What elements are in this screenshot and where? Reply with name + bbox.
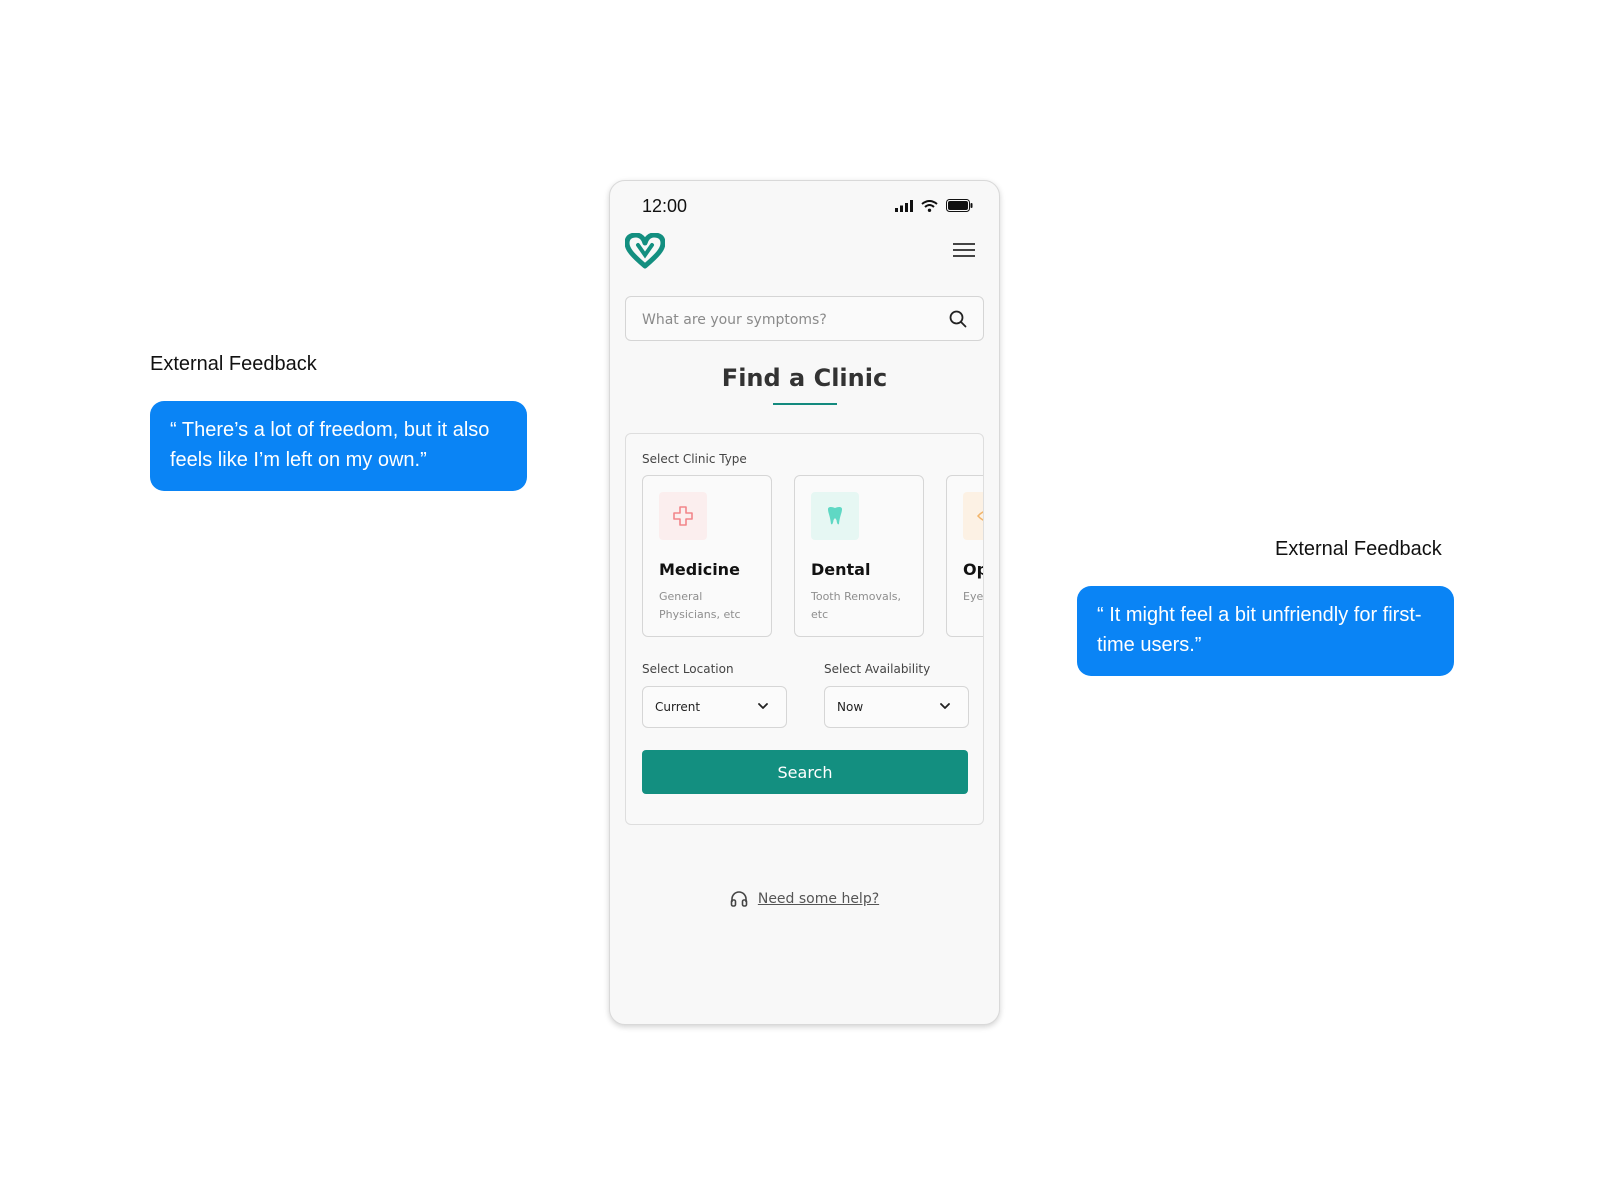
- search-icon[interactable]: [949, 310, 967, 328]
- location-value: Current: [655, 700, 701, 714]
- page-title: Find a Clinic: [721, 364, 888, 392]
- help-link[interactable]: Need some help?: [758, 891, 879, 907]
- status-icons: [895, 199, 973, 212]
- search-button[interactable]: Search: [642, 750, 968, 794]
- clinic-type-card-optical[interactable]: Op Eye Pres: [946, 475, 984, 637]
- medical-cross-icon: [673, 506, 693, 526]
- feedback-label-right: External Feedback: [1275, 538, 1442, 560]
- availability-select[interactable]: Now: [824, 686, 969, 728]
- clinic-type-label: Select Clinic Type: [642, 452, 747, 466]
- tooth-icon: [828, 506, 842, 525]
- clinic-search-form: Select Clinic Type Medicine General Phys…: [625, 433, 984, 825]
- availability-value: Now: [837, 700, 864, 714]
- clinic-type-name: Medicine: [659, 560, 740, 579]
- medicine-icon-box: [659, 492, 707, 540]
- clinic-type-desc: Tooth Removals, etc: [811, 590, 901, 621]
- feedback-bubble-right: “ It might feel a bit unfriendly for fir…: [1077, 586, 1454, 676]
- feedback-label-left: External Feedback: [150, 353, 317, 375]
- location-select[interactable]: Current: [642, 686, 787, 728]
- phone-mockup: 12:00 Find a C: [609, 180, 1000, 1025]
- availability-label: Select Availability: [824, 662, 931, 676]
- app-logo: [625, 233, 665, 269]
- battery-icon: [946, 199, 973, 212]
- dental-icon-box: [811, 492, 859, 540]
- feedback-bubble-left: “ There’s a lot of freedom, but it also …: [150, 401, 527, 491]
- clinic-type-desc: General Physicians, etc: [659, 590, 741, 621]
- symptom-search-input[interactable]: [640, 297, 944, 342]
- location-label: Select Location: [642, 662, 734, 676]
- clinic-type-card-dental[interactable]: Dental Tooth Removals, etc: [794, 475, 924, 637]
- symptom-search-box: [625, 296, 984, 342]
- menu-icon[interactable]: [953, 243, 975, 259]
- wifi-icon: [921, 199, 938, 212]
- clinic-type-card-medicine[interactable]: Medicine General Physicians, etc: [642, 475, 772, 637]
- chevron-down-icon: [758, 703, 768, 709]
- status-bar: 12:00: [610, 181, 999, 233]
- headphones-icon: [730, 891, 748, 907]
- clinic-type-desc: Eye Pres: [963, 590, 984, 603]
- optical-icon-box: [963, 492, 983, 540]
- clinic-type-name: Op: [963, 560, 983, 579]
- clinic-type-name: Dental: [811, 560, 871, 579]
- eye-icon: [977, 511, 983, 521]
- signal-icon: [895, 199, 913, 212]
- chevron-down-icon: [940, 703, 950, 709]
- title-underline: [773, 403, 837, 405]
- status-time: 12:00: [642, 196, 688, 216]
- help-row: Need some help?: [610, 891, 999, 907]
